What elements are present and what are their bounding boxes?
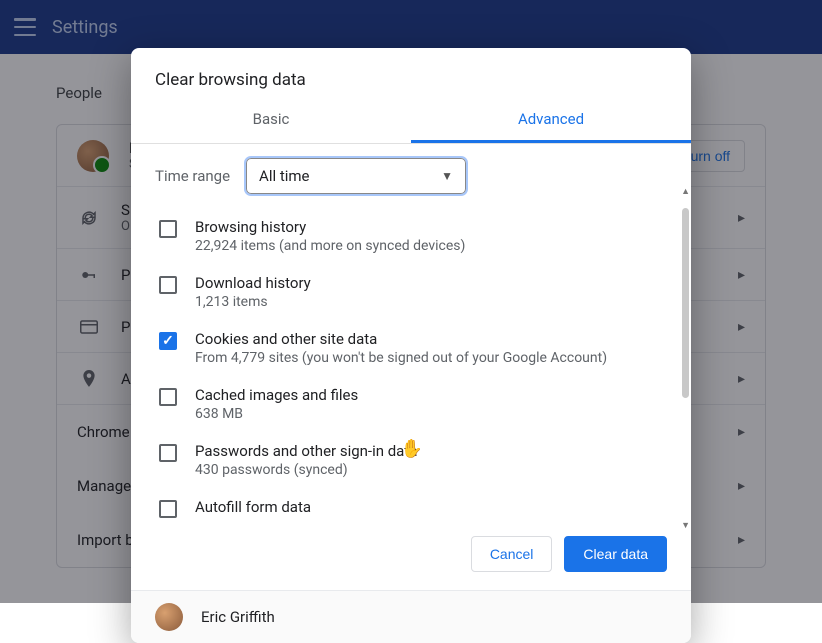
option-title: Cached images and files bbox=[195, 386, 358, 404]
checkbox[interactable] bbox=[159, 388, 177, 406]
avatar bbox=[155, 603, 183, 631]
dialog-actions: Cancel Clear data bbox=[131, 518, 691, 590]
option-cookies[interactable]: Cookies and other site data From 4,779 s… bbox=[155, 320, 667, 376]
dialog-footer: Eric Griffith bbox=[131, 590, 691, 643]
option-passwords[interactable]: Passwords and other sign-in data 430 pas… bbox=[155, 432, 667, 488]
tab-basic[interactable]: Basic bbox=[131, 98, 411, 143]
option-subtitle: From 4,779 sites (you won't be signed ou… bbox=[195, 350, 607, 366]
time-range-row: Time range All time ▼ bbox=[155, 158, 667, 194]
checkbox[interactable] bbox=[159, 332, 177, 350]
time-range-value: All time bbox=[259, 167, 309, 185]
option-browsing-history[interactable]: Browsing history 22,924 items (and more … bbox=[155, 208, 667, 264]
options-list: Browsing history 22,924 items (and more … bbox=[155, 208, 667, 518]
footer-user-name: Eric Griffith bbox=[201, 608, 275, 626]
option-subtitle: 430 passwords (synced) bbox=[195, 462, 417, 478]
tab-advanced[interactable]: Advanced bbox=[411, 98, 691, 143]
scroll-down-icon[interactable]: ▼ bbox=[681, 520, 690, 531]
option-autofill[interactable]: Autofill form data bbox=[155, 488, 667, 518]
option-subtitle: 1,213 items bbox=[195, 294, 311, 310]
option-title: Passwords and other sign-in data bbox=[195, 442, 417, 460]
option-cached[interactable]: Cached images and files 638 MB bbox=[155, 376, 667, 432]
option-title: Browsing history bbox=[195, 218, 465, 236]
checkbox[interactable] bbox=[159, 276, 177, 294]
option-download-history[interactable]: Download history 1,213 items bbox=[155, 264, 667, 320]
clear-browsing-data-dialog: Clear browsing data Basic Advanced ▲ ▼ T… bbox=[131, 48, 691, 643]
time-range-label: Time range bbox=[155, 167, 230, 185]
option-subtitle: 22,924 items (and more on synced devices… bbox=[195, 238, 465, 254]
option-subtitle: 638 MB bbox=[195, 406, 358, 422]
dialog-title: Clear browsing data bbox=[131, 48, 691, 98]
cancel-button[interactable]: Cancel bbox=[471, 536, 553, 572]
dialog-body: Time range All time ▼ Browsing history 2… bbox=[131, 144, 691, 518]
option-title: Autofill form data bbox=[195, 498, 311, 516]
checkbox[interactable] bbox=[159, 220, 177, 238]
time-range-select[interactable]: All time ▼ bbox=[246, 158, 466, 194]
checkbox[interactable] bbox=[159, 444, 177, 462]
option-title: Download history bbox=[195, 274, 311, 292]
option-title: Cookies and other site data bbox=[195, 330, 607, 348]
dialog-tabs: Basic Advanced bbox=[131, 98, 691, 144]
chevron-down-icon: ▼ bbox=[441, 169, 453, 183]
checkbox[interactable] bbox=[159, 500, 177, 518]
clear-data-button[interactable]: Clear data bbox=[564, 536, 667, 572]
